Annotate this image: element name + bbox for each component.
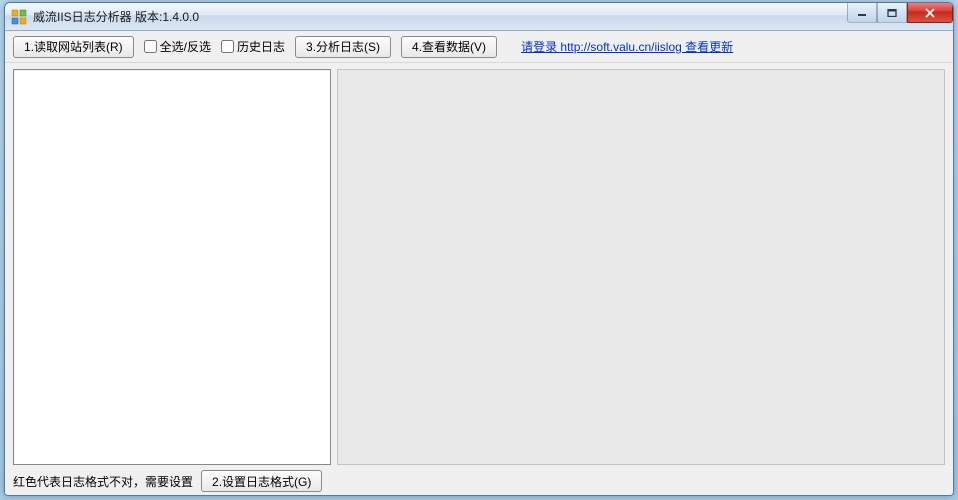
read-sites-button[interactable]: 1.读取网站列表(R)	[13, 36, 134, 58]
app-icon	[11, 9, 27, 25]
window-controls	[847, 3, 953, 23]
update-link[interactable]: 请登录 http://soft.valu.cn/iislog 查看更新	[521, 38, 733, 55]
set-log-format-button[interactable]: 2.设置日志格式(G)	[201, 470, 322, 492]
left-panel	[13, 69, 331, 465]
window-title: 威流IIS日志分析器 版本:1.4.0.0	[33, 8, 199, 25]
select-all-checkbox[interactable]	[144, 40, 157, 53]
titlebar[interactable]: 威流IIS日志分析器 版本:1.4.0.0	[5, 3, 953, 31]
result-panel[interactable]	[337, 69, 945, 465]
content-area	[5, 63, 953, 467]
history-log-checkbox[interactable]	[221, 40, 234, 53]
app-window: 威流IIS日志分析器 版本:1.4.0.0 1.读取网站列表(R) 全选/反选 …	[4, 2, 954, 496]
footer: 红色代表日志格式不对，需要设置 2.设置日志格式(G)	[5, 467, 953, 495]
view-data-button[interactable]: 4.查看数据(V)	[401, 36, 497, 58]
minimize-button[interactable]	[847, 3, 877, 23]
history-log-checkbox-wrap[interactable]: 历史日志	[221, 38, 285, 55]
close-button[interactable]	[907, 3, 953, 23]
analyze-button[interactable]: 3.分析日志(S)	[295, 36, 391, 58]
select-all-label: 全选/反选	[160, 38, 211, 55]
select-all-checkbox-wrap[interactable]: 全选/反选	[144, 38, 211, 55]
toolbar: 1.读取网站列表(R) 全选/反选 历史日志 3.分析日志(S) 4.查看数据(…	[5, 31, 953, 63]
site-list[interactable]	[13, 69, 331, 465]
footer-hint: 红色代表日志格式不对，需要设置	[13, 473, 193, 490]
maximize-button[interactable]	[877, 3, 907, 23]
history-log-label: 历史日志	[237, 38, 285, 55]
